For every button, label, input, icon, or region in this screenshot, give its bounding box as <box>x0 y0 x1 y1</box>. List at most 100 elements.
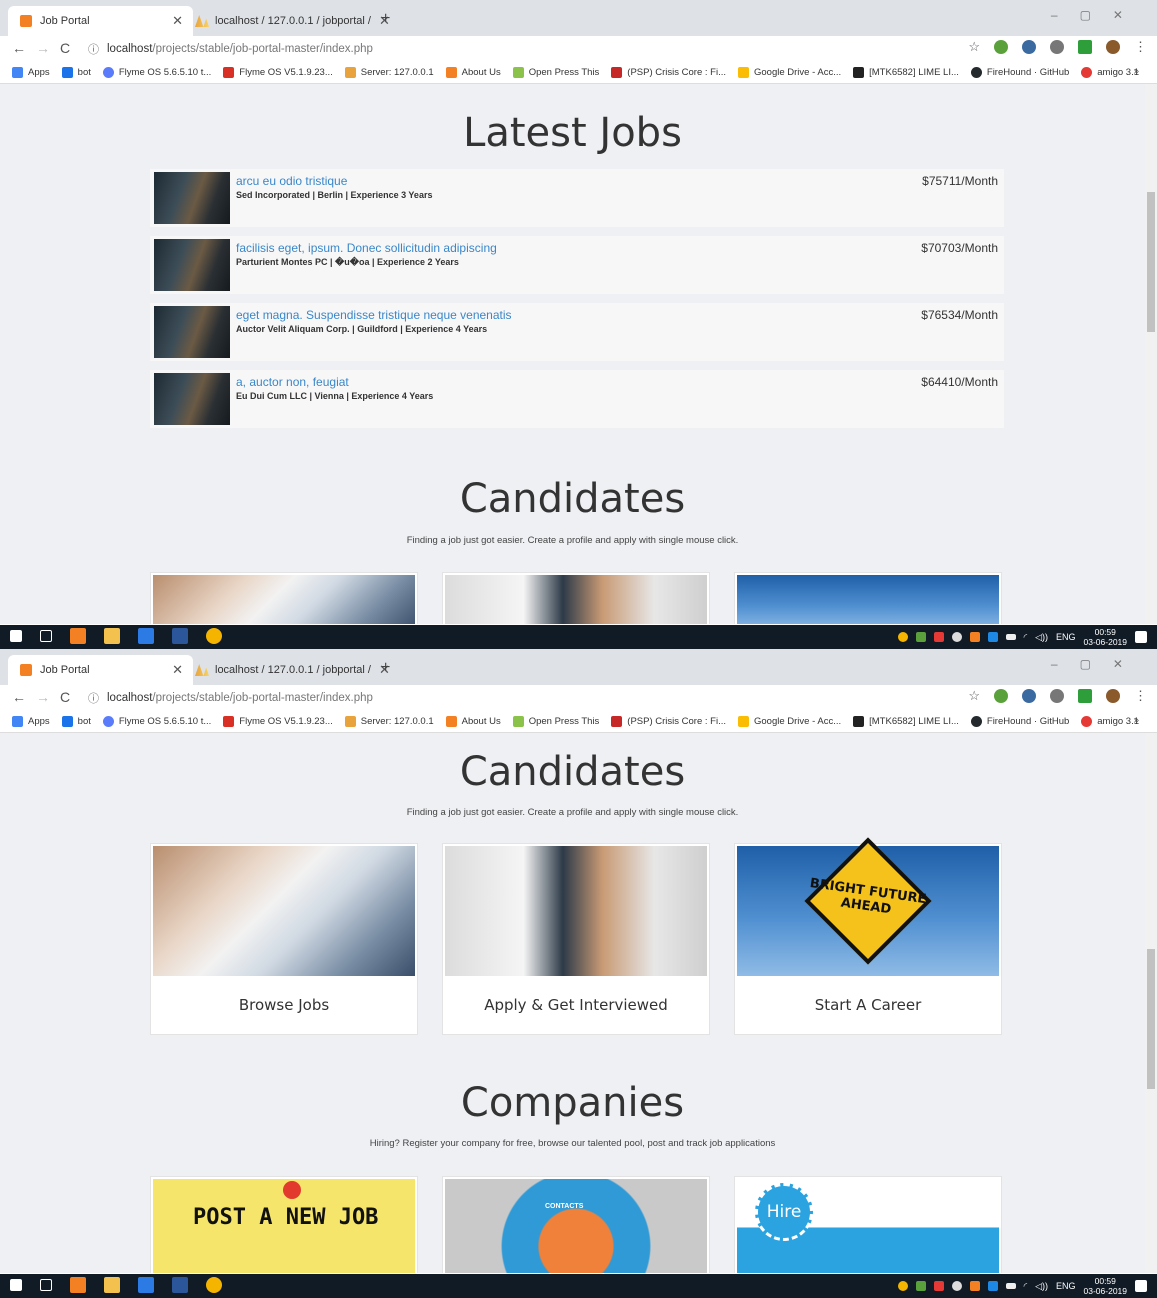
tab-job-portal[interactable]: Job Portal ✕ <box>8 6 193 36</box>
scroll-thumb[interactable] <box>1147 949 1155 1089</box>
track-card[interactable]: CONTACTS <box>442 1176 710 1273</box>
bookmark-flyme1[interactable]: Flyme OS 5.6.5.10 t... <box>102 67 211 78</box>
chevron-right-icon[interactable]: » <box>1133 715 1139 726</box>
menu-icon[interactable]: ⋮ <box>1134 688 1147 704</box>
hire-card[interactable]: Hire <box>734 1176 1002 1273</box>
notification-icon[interactable] <box>1135 1280 1147 1292</box>
bookmark-amigo[interactable]: amigo 3.1 <box>1081 716 1139 727</box>
bookmark-server[interactable]: Server: 127.0.0.1 <box>344 67 434 78</box>
clock[interactable]: 00:59 03-06-2019 <box>1084 1276 1127 1296</box>
scrollbar[interactable] <box>1145 733 1157 1273</box>
bookmark-press[interactable]: Open Press This <box>512 67 599 78</box>
bookmark-apps[interactable]: Apps <box>12 716 50 727</box>
apply-card[interactable] <box>442 572 710 624</box>
career-card[interactable]: BRIGHT FUTURE AHEAD Start A Career <box>734 837 1002 1035</box>
task-view-icon[interactable] <box>40 1279 52 1291</box>
bluetooth-icon[interactable] <box>987 1281 998 1291</box>
back-icon[interactable]: ← <box>12 40 26 56</box>
job-title-link[interactable]: a, auctor non, feugiat <box>236 375 349 389</box>
file-explorer-icon[interactable] <box>104 1277 120 1293</box>
new-tab-icon[interactable]: + <box>381 10 390 28</box>
avatar[interactable] <box>1106 40 1120 54</box>
new-tab-icon[interactable]: + <box>381 659 390 677</box>
extension-icon[interactable] <box>1078 40 1092 54</box>
forward-icon[interactable]: → <box>36 40 50 56</box>
job-title-link[interactable]: facilisis eget, ipsum. Donec sollicitudi… <box>236 241 497 255</box>
bookmark-flyme1[interactable]: Flyme OS 5.6.5.10 t... <box>102 716 211 727</box>
tray-icon[interactable] <box>915 632 926 642</box>
wifi-icon[interactable]: ◜ <box>1024 1281 1028 1292</box>
career-label[interactable]: Start A Career <box>735 996 1001 1014</box>
tray-icon[interactable] <box>915 1281 926 1291</box>
menu-icon[interactable]: ⋮ <box>1134 39 1147 55</box>
extension-icon[interactable] <box>1022 40 1036 54</box>
clock[interactable]: 00:59 03-06-2019 <box>1084 627 1127 647</box>
xampp-icon[interactable] <box>969 1281 980 1291</box>
bookmark-bot[interactable]: bot <box>61 67 91 78</box>
bookmark-amigo[interactable]: amigo 3.1 <box>1081 67 1139 78</box>
star-icon[interactable]: ☆ <box>968 688 980 704</box>
battery-icon[interactable] <box>1005 1283 1016 1289</box>
bluetooth-icon[interactable] <box>987 632 998 642</box>
volume-icon[interactable]: ◁)) <box>1035 632 1048 643</box>
browse-jobs-label[interactable]: Browse Jobs <box>151 996 417 1014</box>
scrollbar[interactable] <box>1145 84 1157 624</box>
reload-icon[interactable]: C <box>60 689 70 705</box>
word-icon[interactable] <box>172 628 188 644</box>
bookmark-about[interactable]: About Us <box>445 716 501 727</box>
job-row[interactable]: facilisis eget, ipsum. Donec sollicitudi… <box>150 236 1004 294</box>
scroll-thumb[interactable] <box>1147 192 1155 332</box>
bookmark-psp[interactable]: (PSP) Crisis Core : Fi... <box>611 67 726 78</box>
bookmark-mtk[interactable]: [MTK6582] LIME LI... <box>853 716 959 727</box>
bookmark-github[interactable]: FireHound · GitHub <box>970 67 1069 78</box>
volume-icon[interactable]: ◁)) <box>1035 1281 1048 1292</box>
store-icon[interactable] <box>138 1277 154 1293</box>
tab-phpmyadmin[interactable]: localhost / 127.0.0.1 / jobportal / ✕ <box>195 658 390 682</box>
task-view-icon[interactable] <box>40 630 52 642</box>
chrome-icon[interactable] <box>206 1277 222 1293</box>
job-row[interactable]: eget magna. Suspendisse tristique neque … <box>150 303 1004 361</box>
wifi-icon[interactable]: ◜ <box>1024 632 1028 643</box>
extension-icon[interactable] <box>1078 689 1092 703</box>
bookmark-flyme2[interactable]: Flyme OS V5.1.9.23... <box>223 67 333 78</box>
url-input[interactable]: ⓘ localhost/projects/stable/job-portal-m… <box>88 687 988 709</box>
window-controls[interactable]: –▢✕ <box>1051 657 1145 671</box>
chrome-tray-icon[interactable] <box>897 1281 908 1291</box>
apply-card[interactable]: Apply & Get Interviewed <box>442 843 710 1035</box>
job-title-link[interactable]: arcu eu odio tristique <box>236 174 347 188</box>
file-explorer-icon[interactable] <box>104 628 120 644</box>
forward-icon[interactable]: → <box>36 689 50 705</box>
extension-icon[interactable] <box>1022 689 1036 703</box>
bookmark-drive[interactable]: Google Drive - Acc... <box>738 67 841 78</box>
chrome-tray-icon[interactable] <box>897 632 908 642</box>
bookmark-drive[interactable]: Google Drive - Acc... <box>738 716 841 727</box>
apply-label[interactable]: Apply & Get Interviewed <box>443 996 709 1014</box>
xampp-icon[interactable] <box>969 632 980 642</box>
job-row[interactable]: a, auctor non, feugiat Eu Dui Cum LLC | … <box>150 370 1004 428</box>
close-icon[interactable]: ✕ <box>172 13 183 29</box>
avatar[interactable] <box>1106 689 1120 703</box>
close-icon[interactable]: ✕ <box>172 662 183 678</box>
window-controls[interactable]: –▢✕ <box>1051 8 1145 22</box>
language-indicator[interactable]: ENG <box>1056 1281 1076 1291</box>
tray-icon[interactable] <box>933 1281 944 1291</box>
extension-icon[interactable] <box>994 40 1008 54</box>
bookmark-apps[interactable]: Apps <box>12 67 50 78</box>
xampp-icon[interactable] <box>70 1277 86 1293</box>
extension-icon[interactable] <box>1050 40 1064 54</box>
word-icon[interactable] <box>172 1277 188 1293</box>
bookmark-about[interactable]: About Us <box>445 67 501 78</box>
windows-start-icon[interactable] <box>10 1279 22 1291</box>
job-title-link[interactable]: eget magna. Suspendisse tristique neque … <box>236 308 512 322</box>
star-icon[interactable]: ☆ <box>968 39 980 55</box>
tab-phpmyadmin[interactable]: localhost / 127.0.0.1 / jobportal / ✕ <box>195 9 390 33</box>
notification-icon[interactable] <box>1135 631 1147 643</box>
career-card[interactable] <box>734 572 1002 624</box>
chrome-icon[interactable] <box>206 628 222 644</box>
chevron-right-icon[interactable]: » <box>1133 66 1139 77</box>
store-icon[interactable] <box>138 628 154 644</box>
tray-icon[interactable] <box>951 1281 962 1291</box>
browse-jobs-card[interactable] <box>150 572 418 624</box>
extension-icon[interactable] <box>994 689 1008 703</box>
language-indicator[interactable]: ENG <box>1056 632 1076 642</box>
